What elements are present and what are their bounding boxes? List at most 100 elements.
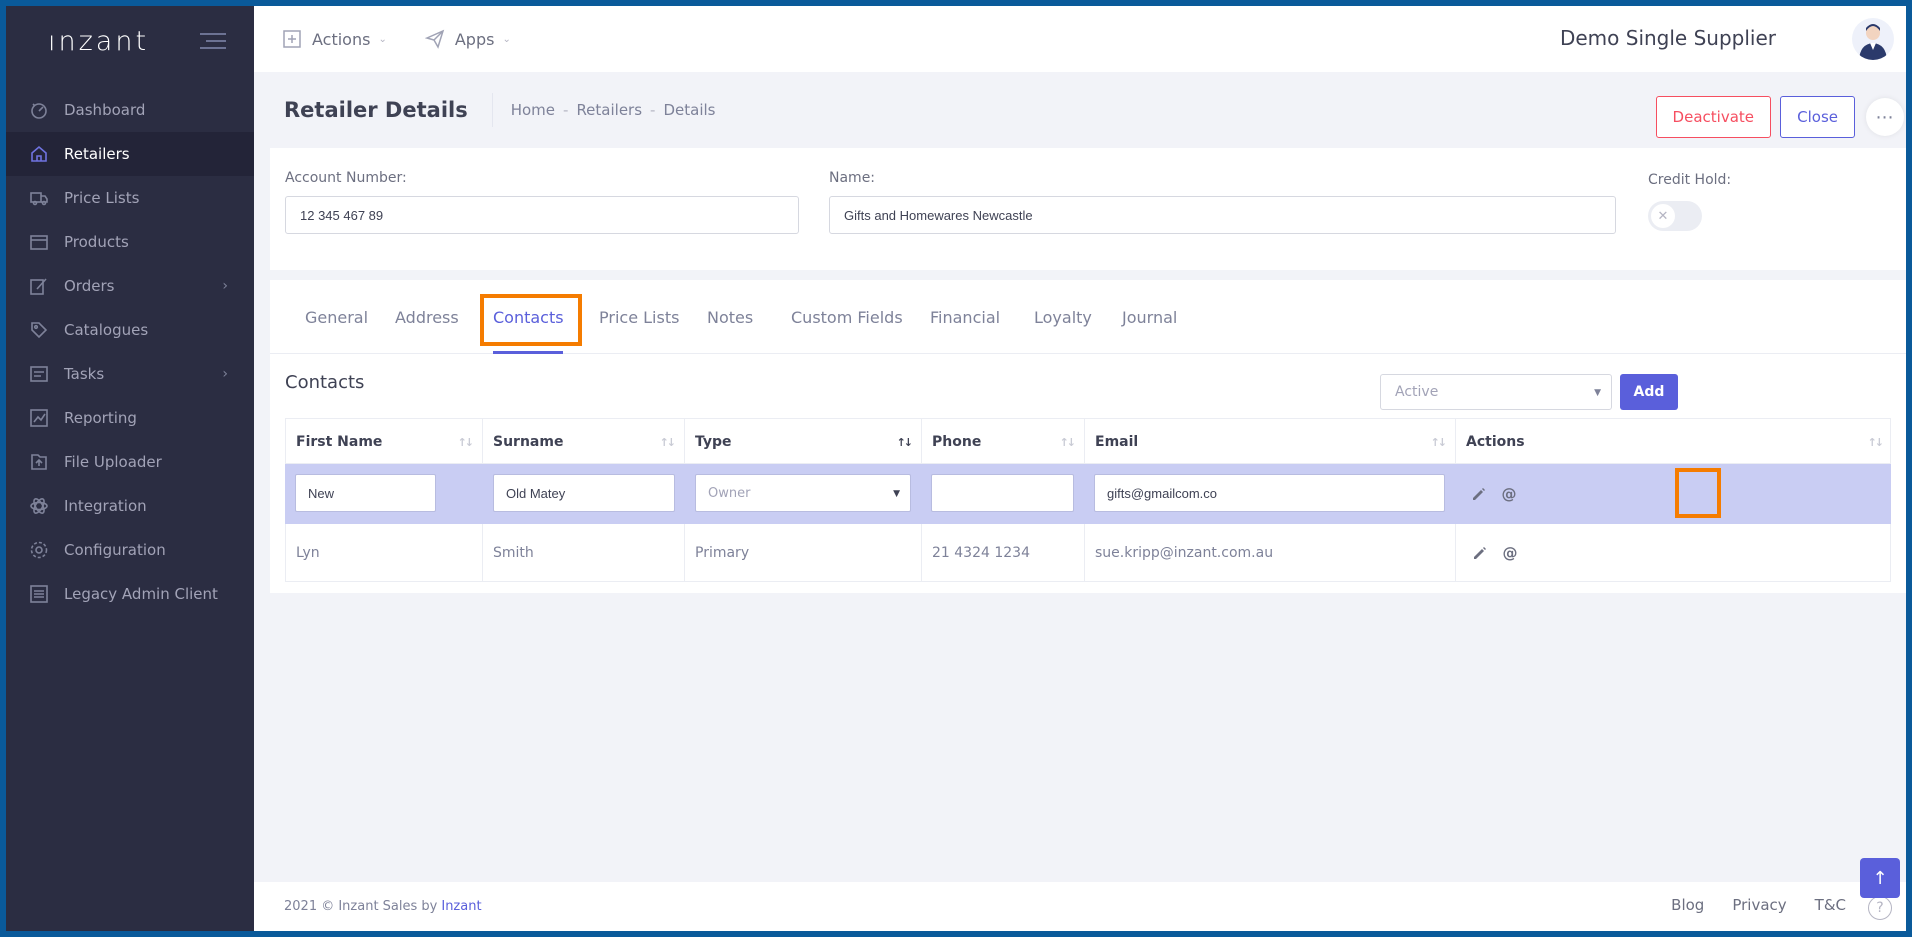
- table-row[interactable]: Lyn Smith Primary 21 4324 1234 sue.kripp…: [285, 524, 1891, 582]
- sidebar-item-price-lists[interactable]: Price Lists: [6, 176, 254, 220]
- brand-bar: ınzant: [6, 6, 254, 76]
- sort-icon: ↑↓: [1867, 435, 1885, 449]
- sidebar-item-catalogues[interactable]: Catalogues: [6, 308, 254, 352]
- home-icon: [28, 143, 50, 165]
- sidebar-item-retailers[interactable]: Retailers: [6, 132, 254, 176]
- credit-hold-toggle[interactable]: ✕: [1648, 201, 1702, 231]
- sort-icon: ↑↓: [1059, 435, 1077, 449]
- sidebar-item-reporting[interactable]: Reporting: [6, 396, 254, 440]
- tab-price-lists[interactable]: Price Lists: [599, 280, 679, 354]
- cell-email: sue.kripp@inzant.com.au: [1085, 524, 1456, 581]
- name-label: Name:: [829, 170, 876, 186]
- credit-hold-label: Credit Hold:: [1648, 172, 1732, 188]
- more-options-button[interactable]: ⋯: [1866, 98, 1904, 136]
- sidebar-item-label: Products: [64, 233, 129, 251]
- column-phone[interactable]: Phone ↑↓: [922, 419, 1085, 465]
- sidebar-item-orders[interactable]: Orders ›: [6, 264, 254, 308]
- hamburger-icon[interactable]: [200, 33, 226, 49]
- edit-pencil-icon[interactable]: [1468, 541, 1492, 565]
- footer-link-privacy[interactable]: Privacy: [1732, 896, 1786, 914]
- name-input[interactable]: Gifts and Homewares Newcastle: [829, 196, 1616, 234]
- app-window: ınzant Dashboard Retailers Price Lists P…: [6, 6, 1906, 931]
- type-select-placeholder: Owner: [708, 485, 751, 501]
- tab-address[interactable]: Address: [395, 280, 459, 354]
- sidebar-item-label: Dashboard: [64, 101, 146, 119]
- highlight-box-edit: [1675, 468, 1721, 518]
- column-first-name[interactable]: First Name ↑↓: [286, 419, 483, 465]
- deactivate-button[interactable]: Deactivate: [1655, 96, 1771, 138]
- tab-general[interactable]: General: [305, 280, 368, 354]
- breadcrumb-separator: -: [650, 101, 656, 119]
- column-label: Actions: [1466, 434, 1525, 450]
- account-number-input[interactable]: 12 345 467 89: [285, 196, 799, 234]
- tab-custom-fields[interactable]: Custom Fields: [791, 280, 903, 354]
- sidebar-item-dashboard[interactable]: Dashboard: [6, 88, 254, 132]
- sidebar-item-file-uploader[interactable]: File Uploader: [6, 440, 254, 484]
- close-icon: ✕: [1651, 204, 1675, 228]
- topbar: Actions ⌄ Apps ⌄ Demo Single Supplier: [254, 6, 1906, 72]
- highlight-box-tab: [480, 294, 582, 346]
- column-actions[interactable]: Actions ↑↓: [1456, 419, 1892, 465]
- cell-surname: Smith: [483, 524, 685, 581]
- chevron-down-icon: ⌄: [502, 33, 511, 45]
- footer-link-tc[interactable]: T&C: [1815, 896, 1846, 914]
- supplier-name[interactable]: Demo Single Supplier: [1560, 26, 1776, 50]
- user-avatar-icon: [1859, 24, 1887, 60]
- breadcrumb-retailers[interactable]: Retailers: [576, 101, 642, 119]
- email-input[interactable]: gifts@gmailcom.co: [1094, 474, 1445, 512]
- sort-icon: ↑↓: [1430, 435, 1448, 449]
- tab-loyalty[interactable]: Loyalty: [1034, 280, 1092, 354]
- sidebar-item-label: Integration: [64, 497, 147, 515]
- tab-notes[interactable]: Notes: [707, 280, 753, 354]
- apps-menu[interactable]: Apps ⌄: [424, 29, 511, 49]
- caret-down-icon: ▼: [1594, 388, 1601, 398]
- tab-financial[interactable]: Financial: [930, 280, 1000, 354]
- column-surname[interactable]: Surname ↑↓: [483, 419, 685, 465]
- chart-icon: [28, 407, 50, 429]
- contacts-table: First Name ↑↓ Surname ↑↓ Type ↑↓ Phone ↑↓ Em…: [285, 418, 1892, 582]
- cell-first-name: Lyn: [286, 524, 483, 581]
- actions-menu-label: Actions: [312, 29, 371, 49]
- actions-menu[interactable]: Actions ⌄: [282, 29, 387, 49]
- column-type[interactable]: Type ↑↓: [685, 419, 922, 465]
- email-action-icon[interactable]: @: [1498, 541, 1522, 565]
- copyright-text: 2021 © Inzant Sales by: [284, 899, 438, 914]
- first-name-input[interactable]: New: [295, 474, 436, 512]
- sidebar-item-configuration[interactable]: Configuration: [6, 528, 254, 572]
- add-square-icon: [283, 30, 301, 48]
- chevron-right-icon: ›: [222, 278, 228, 294]
- edit-pencil-icon[interactable]: [1467, 482, 1491, 506]
- sidebar-item-products[interactable]: Products: [6, 220, 254, 264]
- email-action-icon[interactable]: @: [1497, 482, 1521, 506]
- breadcrumb-home[interactable]: Home: [511, 101, 555, 119]
- footer-brand-link[interactable]: Inzant: [441, 899, 481, 914]
- sidebar-item-label: Price Lists: [64, 189, 140, 207]
- status-filter-select[interactable]: Active ▼: [1380, 374, 1612, 410]
- user-avatar[interactable]: [1852, 18, 1894, 60]
- tab-journal[interactable]: Journal: [1122, 280, 1177, 354]
- sidebar-item-label: Orders: [64, 277, 115, 295]
- brand-logo: ınzant: [48, 25, 150, 57]
- scroll-top-button[interactable]: ↑: [1860, 858, 1900, 898]
- breadcrumb-separator: -: [563, 101, 569, 119]
- box-icon: [28, 231, 50, 253]
- column-label: First Name: [296, 434, 383, 450]
- sidebar-item-legacy-admin-client[interactable]: Legacy Admin Client: [6, 572, 254, 616]
- column-email[interactable]: Email ↑↓: [1085, 419, 1456, 465]
- phone-input[interactable]: [931, 474, 1074, 512]
- help-icon[interactable]: ?: [1868, 896, 1892, 920]
- sidebar-item-label: Reporting: [64, 409, 137, 427]
- sidebar-item-integration[interactable]: Integration: [6, 484, 254, 528]
- arrow-up-icon: ↑: [1872, 867, 1888, 889]
- breadcrumb-details[interactable]: Details: [663, 101, 715, 119]
- sort-icon: ↑↓: [659, 435, 677, 449]
- sidebar-item-tasks[interactable]: Tasks ›: [6, 352, 254, 396]
- add-contact-button[interactable]: Add: [1620, 374, 1678, 410]
- contacts-card: General Address Contacts Price Lists Not…: [270, 280, 1906, 593]
- close-button[interactable]: Close: [1780, 96, 1855, 138]
- footer-link-blog[interactable]: Blog: [1671, 896, 1704, 914]
- surname-input[interactable]: Old Matey: [493, 474, 675, 512]
- breadcrumb: Home - Retailers - Details: [511, 101, 716, 119]
- type-select[interactable]: Owner ▼: [695, 474, 911, 512]
- retailer-details-card: Account Number: 12 345 467 89 Name: Gift…: [270, 148, 1906, 270]
